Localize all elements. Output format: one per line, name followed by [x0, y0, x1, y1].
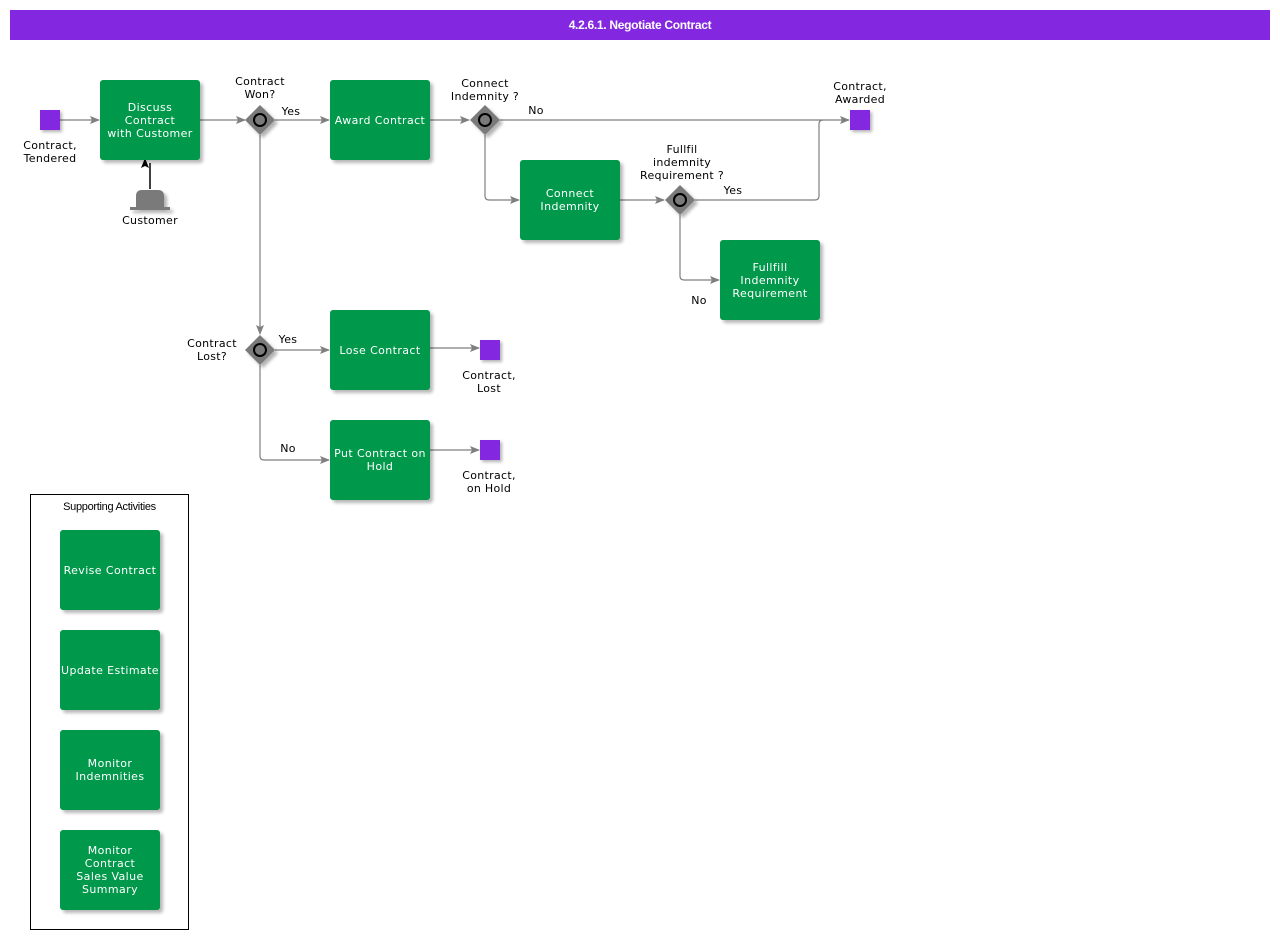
start-event-label: Contract, Tendered — [23, 139, 77, 165]
gateway-fulfil-no-label: No — [691, 294, 707, 307]
support-task-monitor-contract-sales[interactable]: Monitor Contract Sales Value Summary — [60, 830, 160, 910]
end-event-contract-awarded[interactable] — [850, 110, 870, 130]
task-fulfill-indemnity[interactable]: Fullfill Indemnity Requirement — [720, 240, 820, 320]
support-task-update-estimate[interactable]: Update Estimate — [60, 630, 160, 710]
gateway-indemnity-no-label: No — [528, 104, 544, 117]
gateway-won-yes-label: Yes — [281, 105, 301, 118]
gateway-lost-no-label: No — [280, 442, 296, 455]
gateway-contract-lost — [245, 335, 275, 365]
end-event-contract-lost[interactable] — [480, 340, 500, 360]
task-discuss-contract[interactable]: Discuss Contract with Customer — [100, 80, 200, 160]
end-event-on-hold-label: Contract, on Hold — [462, 469, 516, 495]
task-award-contract[interactable]: Award Contract — [330, 80, 430, 160]
gateway-indemnity-label: Connect Indemnity ? — [450, 77, 520, 103]
gateway-fulfil-yes-label: Yes — [723, 184, 743, 197]
flow-fulfil-no-to-fulfill — [679, 215, 720, 284]
supporting-activities-title: Supporting Activities — [63, 501, 156, 513]
gateway-connect-indemnity — [470, 105, 500, 135]
task-lose-contract[interactable]: Lose Contract — [330, 310, 430, 390]
gateway-fulfil-label: Fullfil indemnity Requirement ? — [640, 143, 724, 182]
gateway-lost-label: Contract Lost? — [187, 337, 237, 363]
support-task-monitor-indemnities[interactable]: Monitor Indemnities — [60, 730, 160, 810]
support-task-revise-contract[interactable]: Revise Contract — [60, 530, 160, 610]
flow-indemnity-to-connect — [484, 135, 520, 204]
gateway-won-label: Contract Won? — [235, 75, 285, 101]
start-event-contract-tendered[interactable] — [40, 110, 60, 130]
gateway-fulfil-indemnity — [665, 185, 695, 215]
end-event-contract-on-hold[interactable] — [480, 440, 500, 460]
customer-hat-icon — [130, 190, 170, 210]
gateway-lost-yes-label: Yes — [278, 333, 298, 346]
customer-resource-label: Customer — [122, 214, 178, 227]
gateway-contract-won — [245, 105, 275, 135]
task-put-contract-on-hold[interactable]: Put Contract on Hold — [330, 420, 430, 500]
end-event-awarded-label: Contract, Awarded — [833, 80, 887, 106]
task-connect-indemnity[interactable]: Connect Indemnity — [520, 160, 620, 240]
end-event-lost-label: Contract, Lost — [462, 369, 516, 395]
